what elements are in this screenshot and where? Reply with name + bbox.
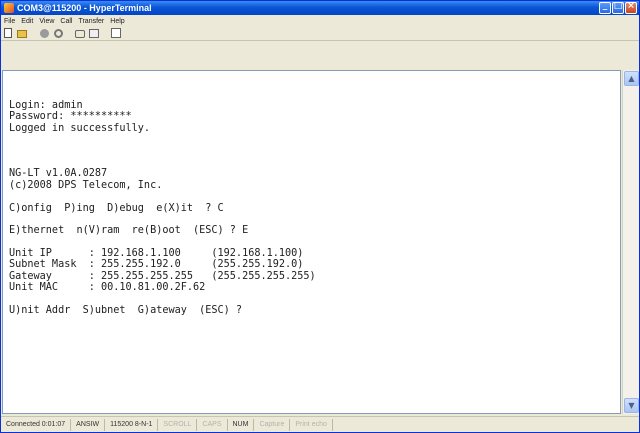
menu-help[interactable]: Help xyxy=(110,18,124,25)
minimize-icon: _ xyxy=(602,1,608,11)
open-button[interactable] xyxy=(17,28,28,39)
status-bar: Connected 0:01:07 ANSIW 115200 8-N-1 SCR… xyxy=(1,416,639,432)
minimize-button[interactable]: _ xyxy=(599,1,611,14)
window-title: COM3@115200 - HyperTerminal xyxy=(17,3,152,13)
menu-call[interactable]: Call xyxy=(60,18,72,25)
status-capture: Capture xyxy=(254,418,291,431)
status-emulation: ANSIW xyxy=(71,418,106,431)
status-connected-time: Connected 0:01:07 xyxy=(1,418,72,431)
terminal-line: C)onfig P)ing D)ebug e(X)it ? C xyxy=(9,202,224,214)
status-num: NUM xyxy=(228,418,255,431)
terminal-line: (c)2008 DPS Telecom, Inc. xyxy=(9,179,163,191)
title-bar[interactable]: COM3@115200 - HyperTerminal _ □ × xyxy=(1,1,639,15)
terminal-line: Subnet Mask : 255.255.192.0 (255.255.192… xyxy=(9,259,304,271)
menu-file[interactable]: File xyxy=(4,18,15,25)
terminal-line: Logged in successfully. xyxy=(9,122,151,134)
connect-button[interactable] xyxy=(39,28,50,39)
scroll-down-button[interactable]: ▼ xyxy=(624,398,639,413)
disconnect-icon xyxy=(54,29,63,38)
terminal-screen[interactable]: Login: admin Password: ********** Logged i… xyxy=(2,70,621,414)
terminal-line: Unit MAC : 00.10.81.00.2F.62 xyxy=(9,282,206,294)
properties-button[interactable] xyxy=(111,28,122,39)
terminal-line: U)nit Addr S)ubnet G)ateway (ESC) ? xyxy=(9,305,243,317)
hyperterminal-app-icon xyxy=(4,3,14,13)
terminal-line: E)thernet n(V)ram re(B)oot (ESC) ? E xyxy=(9,225,249,237)
new-document-icon xyxy=(4,28,12,38)
menu-view[interactable]: View xyxy=(39,18,54,25)
window-controls: _ □ × xyxy=(599,1,637,14)
new-connection-button[interactable] xyxy=(3,28,14,39)
menu-transfer[interactable]: Transfer xyxy=(78,18,104,25)
open-folder-icon xyxy=(17,30,27,38)
status-port-settings: 115200 8-N-1 xyxy=(105,418,159,431)
close-icon: × xyxy=(627,1,635,11)
terminal-line: Unit IP : 192.168.1.100 (192.168.1.100) xyxy=(9,248,304,260)
disconnect-button[interactable] xyxy=(53,28,64,39)
receive-button[interactable] xyxy=(89,28,100,39)
terminal-line: NG-LT v1.0A.0287 xyxy=(9,168,108,180)
status-caps: CAPS xyxy=(197,418,228,431)
properties-icon xyxy=(111,28,121,38)
maximize-button[interactable]: □ xyxy=(612,1,624,14)
menu-edit[interactable]: Edit xyxy=(21,18,33,25)
chevron-up-icon: ▲ xyxy=(628,74,635,83)
chevron-down-icon: ▼ xyxy=(628,401,635,410)
receive-icon xyxy=(89,29,99,38)
maximize-icon: □ xyxy=(613,1,623,11)
toolbar xyxy=(1,27,639,41)
terminal-line: Password: ********** xyxy=(9,111,132,123)
menu-bar: File Edit View Call Transfer Help xyxy=(1,15,639,27)
close-button[interactable]: × xyxy=(625,1,637,14)
hyperterminal-window: COM3@115200 - HyperTerminal _ □ × File E… xyxy=(0,0,640,433)
send-button[interactable] xyxy=(75,28,86,39)
terminal-output: Login: admin Password: ********** Logged i… xyxy=(9,100,316,316)
send-icon xyxy=(75,30,85,38)
status-scroll: SCROLL xyxy=(158,418,198,431)
status-print-echo: Print echo xyxy=(290,418,333,431)
terminal-line: Gateway : 255.255.255.255 (255.255.255.2… xyxy=(9,270,316,282)
terminal-line: Login: admin xyxy=(9,100,83,111)
scroll-up-button[interactable]: ▲ xyxy=(624,71,639,86)
connect-icon xyxy=(40,29,49,38)
vertical-scrollbar[interactable]: ▲ ▼ xyxy=(622,70,639,414)
